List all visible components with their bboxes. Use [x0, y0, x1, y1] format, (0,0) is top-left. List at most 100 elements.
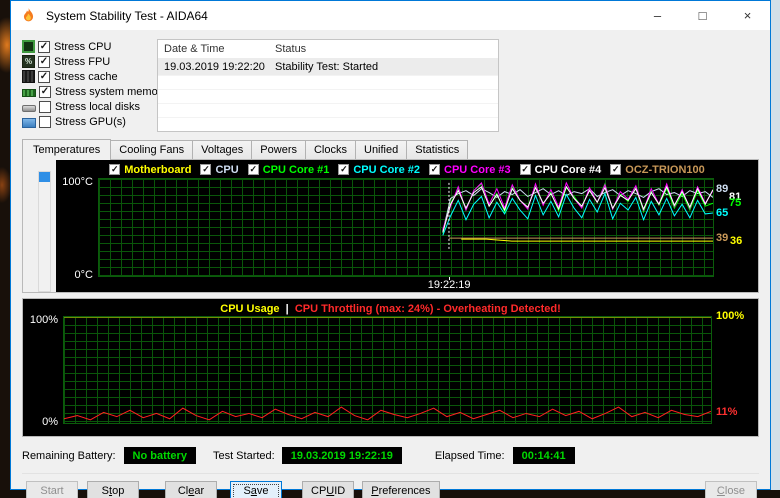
memory-icon — [22, 89, 36, 97]
event-date-time: 19.03.2019 19:22:20 — [158, 61, 271, 73]
test-started-label: Test Started: — [213, 450, 275, 462]
stress-checkbox[interactable]: ✓ — [38, 71, 50, 83]
legend-checkbox[interactable]: ✓ — [338, 164, 349, 175]
temp-axis-max-label: 100°C — [62, 176, 93, 188]
legend-item: ✓ OCZ-TRION100 — [610, 164, 704, 176]
stress-option-row: ✓Stress CPU — [22, 39, 148, 54]
maximize-button[interactable]: □ — [680, 1, 725, 30]
minimize-button[interactable]: – — [635, 1, 680, 30]
temperature-legend: ✓ Motherboard ✓ CPU ✓ CPU Core #1 ✓ CPU Core #2… — [56, 160, 758, 176]
legend-checkbox[interactable]: ✓ — [610, 164, 621, 175]
stress-option-row: Stress GPU(s) — [22, 114, 148, 129]
chart-scrollbar[interactable] — [38, 171, 51, 292]
save-button[interactable]: Save — [230, 481, 282, 498]
usage-axis-min-label: 0% — [42, 416, 58, 428]
disk-icon — [22, 105, 36, 112]
close-window-button[interactable]: × — [725, 1, 770, 30]
legend-label: CPU Core #1 — [263, 164, 330, 176]
battery-value: No battery — [124, 447, 196, 464]
start-button: Start — [26, 481, 78, 498]
tab-unified[interactable]: Unified — [355, 140, 407, 159]
chart-scroll-column — [23, 160, 56, 292]
event-log-row[interactable]: 19.03.2019 19:22:20 Stability Test: Star… — [158, 58, 498, 75]
legend-label: OCZ-TRION100 — [625, 164, 704, 176]
legend-label: CPU Core #2 — [353, 164, 420, 176]
temperature-value-labels: 898175653936 — [714, 178, 758, 277]
usage-value-labels: 100%11% — [712, 316, 758, 424]
stress-checkbox[interactable] — [39, 116, 51, 128]
temp-axis-min-label: 0°C — [75, 269, 93, 281]
legend-item: ✓ CPU Core #1 — [248, 164, 330, 176]
preferences-button[interactable]: Preferences — [362, 481, 439, 498]
tab-temperatures[interactable]: Temperatures — [22, 139, 111, 160]
event-log-header: Date & Time Status — [158, 40, 498, 58]
legend-checkbox[interactable]: ✓ — [429, 164, 440, 175]
chart-tabs: TemperaturesCooling FansVoltagesPowersCl… — [22, 139, 759, 159]
dialog-buttons: Start Stop Clear Save CPUID Preferences Close — [22, 474, 759, 498]
chart-value-label: 89 — [716, 183, 728, 195]
stress-option-label: Stress FPU — [54, 56, 110, 68]
legend-label: CPU Core #4 — [535, 164, 602, 176]
elapsed-time-value: 00:14:41 — [513, 447, 575, 464]
event-log-empty-row — [158, 103, 498, 117]
chart-value-label: 36 — [730, 235, 742, 247]
temperatures-tab-page: ✓ Motherboard ✓ CPU ✓ CPU Core #1 ✓ CPU Core #2… — [22, 159, 759, 293]
legend-item: ✓ CPU Core #2 — [338, 164, 420, 176]
stress-option-label: Stress GPU(s) — [55, 116, 126, 128]
stress-checkbox[interactable]: ✓ — [39, 86, 51, 98]
system-stability-test-window: System Stability Test - AIDA64 – □ × ✓St… — [10, 0, 771, 490]
stress-checkbox[interactable]: ✓ — [38, 41, 50, 53]
tab-statistics[interactable]: Statistics — [406, 140, 468, 159]
chart-scrollbar-thumb[interactable] — [39, 172, 50, 182]
close-button: Close — [705, 481, 757, 498]
legend-item: ✓ CPU Core #4 — [520, 164, 602, 176]
time-axis-label: 19:22:19 — [428, 279, 471, 291]
event-log-empty-row — [158, 75, 498, 89]
temperature-plot-area — [98, 178, 714, 277]
title-bar[interactable]: System Stability Test - AIDA64 – □ × — [11, 1, 770, 30]
test-started-value: 19.03.2019 19:22:19 — [282, 447, 402, 464]
legend-label: CPU Core #3 — [444, 164, 511, 176]
cpuid-button[interactable]: CPUID — [302, 481, 354, 498]
column-header-status: Status — [271, 43, 498, 55]
clear-button[interactable]: Clear — [165, 481, 217, 498]
column-header-date-time: Date & Time — [158, 43, 271, 55]
stress-option-label: Stress cache — [54, 71, 118, 83]
gpu-icon — [22, 118, 36, 128]
event-status: Stability Test: Started — [271, 61, 498, 73]
chart-value-label: 65 — [716, 207, 728, 219]
stress-option-label: Stress system memory — [55, 86, 167, 98]
window-title: System Stability Test - AIDA64 — [46, 9, 208, 23]
stress-checkbox[interactable] — [39, 101, 51, 113]
stress-option-row: %✓ Stress FPU — [22, 54, 148, 69]
stress-option-row: Stress local disks — [22, 99, 148, 114]
legend-label: CPU — [215, 164, 238, 176]
legend-checkbox[interactable]: ✓ — [200, 164, 211, 175]
series-motherboard — [461, 239, 713, 241]
status-bar: Remaining Battery: No battery Test Start… — [22, 446, 759, 465]
legend-item: ✓ Motherboard — [109, 164, 191, 176]
series-cpu-core-4 — [443, 187, 713, 233]
tab-clocks[interactable]: Clocks — [305, 140, 356, 159]
stress-options-list: ✓Stress CPU%✓Stress FPU✓Stress cache✓Str… — [22, 39, 148, 132]
legend-checkbox[interactable]: ✓ — [520, 164, 531, 175]
aida64-flame-icon — [20, 7, 37, 24]
legend-checkbox[interactable]: ✓ — [248, 164, 259, 175]
tab-voltages[interactable]: Voltages — [192, 140, 252, 159]
stress-checkbox[interactable]: ✓ — [38, 56, 50, 68]
cpu-usage-plot-area — [63, 316, 712, 424]
stop-button[interactable]: Stop — [87, 481, 139, 498]
usage-axis-max-label: 100% — [30, 314, 58, 326]
series-cpu-throttling — [64, 407, 711, 420]
cache-icon — [22, 70, 35, 83]
fpu-icon: % — [22, 55, 35, 68]
elapsed-time-label: Elapsed Time: — [435, 450, 505, 462]
cpu-icon — [22, 40, 35, 53]
chart-value-label: 11% — [716, 406, 737, 418]
legend-checkbox[interactable]: ✓ — [109, 164, 120, 175]
legend-label: Motherboard — [124, 164, 191, 176]
tab-powers[interactable]: Powers — [251, 140, 306, 159]
series-cpu — [443, 189, 713, 232]
event-log-empty-row — [158, 117, 498, 131]
tab-cooling-fans[interactable]: Cooling Fans — [110, 140, 193, 159]
